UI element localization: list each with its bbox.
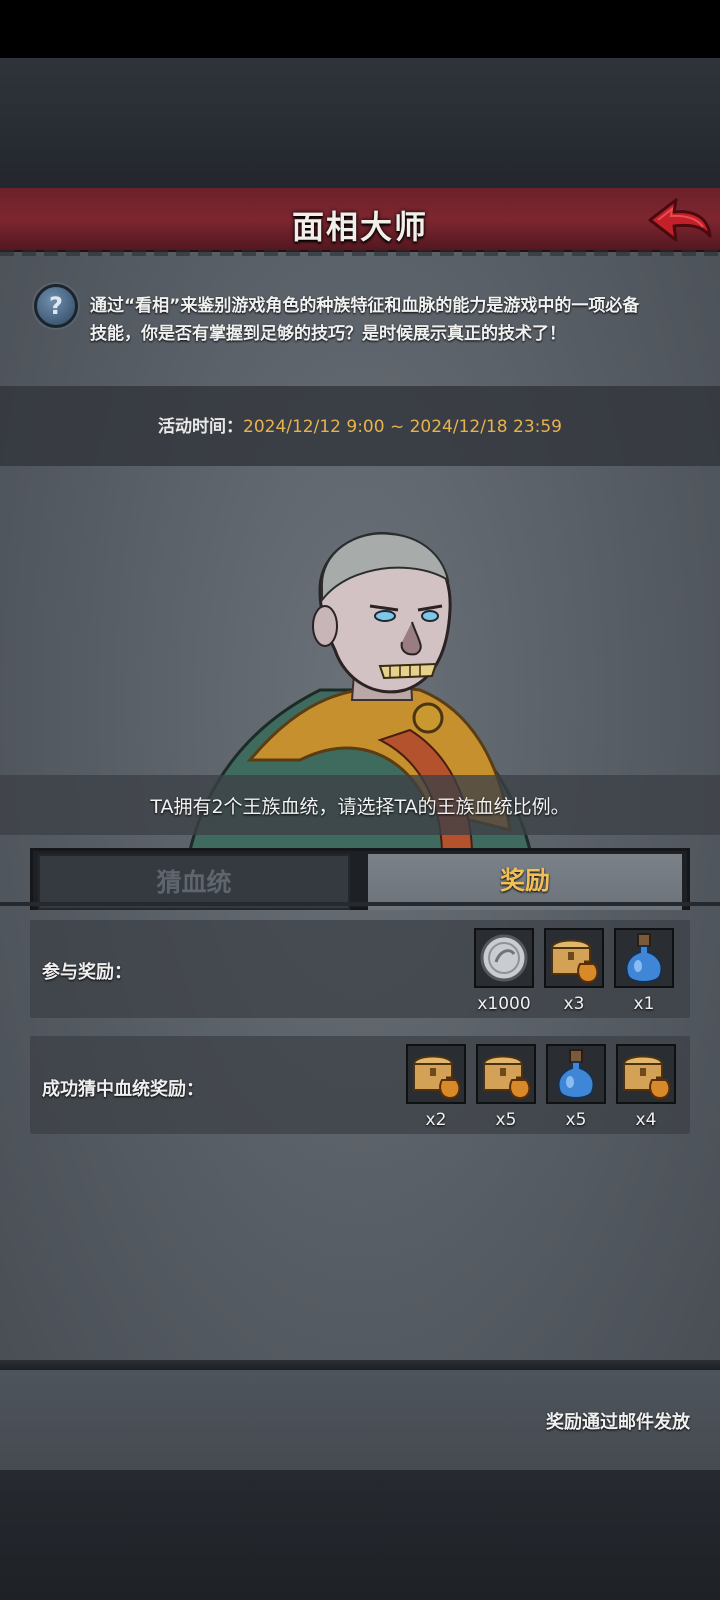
mail-delivery-note: 奖励通过邮件发放: [546, 1412, 690, 1433]
reward-item-chest[interactable]: [476, 1044, 536, 1104]
back-button[interactable]: [646, 194, 714, 246]
event-description: 通过“看相”来鉴别游戏角色的种族特征和血脉的能力是游戏中的一项必备技能，你是否有…: [90, 296, 640, 344]
top-backdrop: [0, 58, 720, 188]
reward-item-potion[interactable]: [614, 928, 674, 988]
activity-time-label: 活动时间：: [158, 417, 243, 437]
reward-qty: x1: [633, 994, 655, 1014]
reward-qty: x4: [635, 1110, 657, 1130]
reward-item-potion[interactable]: [546, 1044, 606, 1104]
treasure-chest-icon: [622, 1055, 671, 1100]
bottom-backdrop: [0, 1470, 720, 1600]
page-title: 面相大师: [291, 208, 428, 246]
reward-qty: x5: [495, 1110, 517, 1130]
participation-reward-label: 参与奖励：: [42, 962, 132, 983]
reward-qty: x3: [563, 994, 585, 1014]
treasure-chest-icon: [412, 1055, 461, 1100]
treasure-chest-icon: [550, 939, 599, 984]
reward-qty: x2: [425, 1110, 447, 1130]
back-arrow-icon: [648, 198, 712, 242]
reward-qty: x5: [565, 1110, 587, 1130]
status-bar: [0, 0, 720, 58]
question-prompt: TA拥有2个王族血统，请选择TA的王族血统比例。: [150, 796, 570, 818]
reward-item-silver-coin[interactable]: [474, 928, 534, 988]
footer-divider: [0, 1360, 720, 1370]
title-bar: 面相大师: [0, 188, 720, 256]
silver-coin-icon: [480, 934, 528, 982]
reward-qty: x1000: [477, 994, 531, 1014]
activity-time: 活动时间：2024/12/12 9:00 ~ 2024/12/18 23:59: [0, 412, 720, 437]
reward-item-chest[interactable]: [406, 1044, 466, 1104]
treasure-chest-icon: [482, 1055, 531, 1100]
blue-potion-icon: [557, 1049, 595, 1099]
help-icon[interactable]: ?: [34, 284, 78, 328]
blue-potion-icon: [625, 933, 663, 983]
tab-divider: [0, 902, 720, 906]
reward-item-chest[interactable]: [616, 1044, 676, 1104]
reward-item-chest[interactable]: [544, 928, 604, 988]
activity-time-value: 2024/12/12 9:00 ~ 2024/12/18 23:59: [243, 417, 562, 437]
success-reward-label: 成功猜中血统奖励：: [42, 1079, 204, 1100]
